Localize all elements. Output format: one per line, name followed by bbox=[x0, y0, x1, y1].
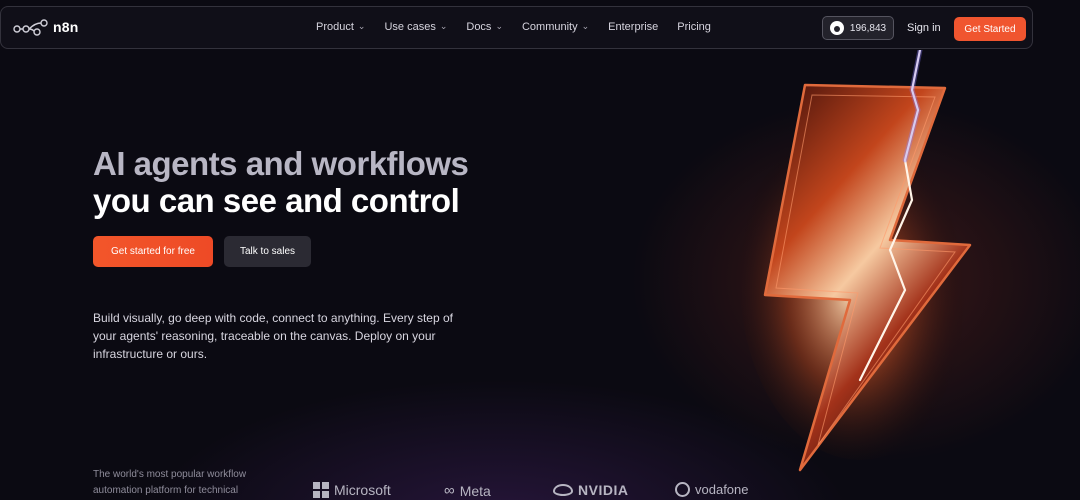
description-line: your agents' reasoning, traceable on the… bbox=[93, 329, 436, 343]
description-line: infrastructure or ours. bbox=[93, 347, 208, 361]
menu-item-label: Product bbox=[316, 21, 354, 33]
github-star-count: 196,843 bbox=[849, 22, 887, 34]
hero-title-line-1: AI agents and workflows bbox=[93, 145, 469, 182]
get-started-button[interactable]: Get Started bbox=[954, 17, 1026, 41]
hero-title-line-2: you can see and control bbox=[93, 182, 460, 219]
menu-item-community[interactable]: Community ⌄ bbox=[521, 20, 590, 34]
vodafone-logo: vodafone bbox=[675, 482, 749, 497]
main-menu: Product ⌄ Use cases ⌄ Docs ⌄ Community ⌄… bbox=[316, 20, 711, 34]
microsoft-logo: Microsoft bbox=[313, 482, 391, 498]
n8n-logo[interactable]: n8n bbox=[13, 18, 79, 36]
page: n8n Product ⌄ Use cases ⌄ Docs ⌄ Communi… bbox=[0, 0, 1080, 500]
brand-label: vodafone bbox=[695, 482, 749, 497]
chevron-down-icon: ⌄ bbox=[495, 20, 503, 31]
menu-item-use-cases[interactable]: Use cases ⌄ bbox=[384, 20, 448, 34]
get-started-free-button[interactable]: Get started for free bbox=[93, 236, 213, 267]
tagline-line: automation platform for technical bbox=[93, 485, 239, 496]
menu-item-enterprise[interactable]: Enterprise bbox=[608, 21, 658, 33]
nvidia-logo: NVIDIA bbox=[553, 482, 628, 498]
description-line: Build visually, go deep with code, conne… bbox=[93, 311, 453, 325]
brand-label: Microsoft bbox=[334, 482, 391, 498]
menu-item-docs[interactable]: Docs ⌄ bbox=[466, 20, 503, 34]
menu-item-label: Community bbox=[521, 21, 578, 33]
logo-wordmark: n8n bbox=[53, 19, 79, 35]
github-stars-button[interactable]: 196,843 bbox=[822, 16, 894, 40]
vodafone-icon bbox=[675, 482, 690, 497]
top-nav: n8n Product ⌄ Use cases ⌄ Docs ⌄ Communi… bbox=[0, 6, 1033, 49]
menu-item-label: Use cases bbox=[384, 21, 436, 33]
microsoft-icon bbox=[313, 482, 329, 498]
meta-logo: ∞ Meta bbox=[444, 482, 491, 499]
brand-label: NVIDIA bbox=[578, 482, 629, 498]
hero-description: Build visually, go deep with code, conne… bbox=[93, 309, 473, 363]
chevron-down-icon: ⌄ bbox=[439, 20, 448, 31]
chevron-down-icon: ⌄ bbox=[357, 20, 366, 31]
menu-item-pricing[interactable]: Pricing bbox=[677, 21, 711, 33]
hero-title: AI agents and workflows you can see and … bbox=[93, 145, 469, 219]
github-icon bbox=[829, 21, 844, 35]
meta-icon: ∞ bbox=[444, 482, 455, 499]
menu-item-label: Enterprise bbox=[608, 21, 659, 33]
menu-item-label: Docs bbox=[466, 21, 492, 33]
brand-label: Meta bbox=[459, 482, 491, 499]
tagline-line: The world's most popular workflow bbox=[93, 469, 247, 480]
menu-item-product[interactable]: Product ⌄ bbox=[316, 20, 366, 34]
lightning-bolt-illustration bbox=[740, 50, 980, 472]
sign-in-link[interactable]: Sign in bbox=[907, 22, 941, 34]
chevron-down-icon: ⌄ bbox=[581, 20, 590, 31]
talk-to-sales-button[interactable]: Talk to sales bbox=[224, 236, 311, 267]
menu-item-label: Pricing bbox=[677, 21, 711, 33]
n8n-logo-icon bbox=[13, 19, 48, 36]
nvidia-eye-icon bbox=[553, 484, 573, 496]
social-proof-tagline: The world's most popular workflow automa… bbox=[93, 467, 283, 499]
